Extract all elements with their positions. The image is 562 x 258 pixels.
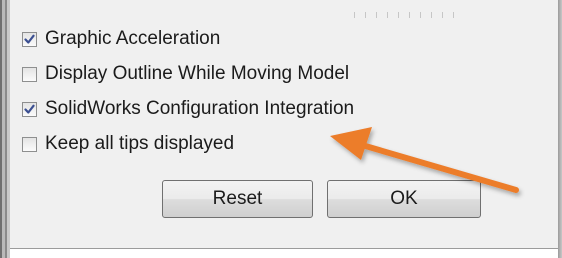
annotation-arrow-icon [330, 127, 519, 193]
arrow-shaft [359, 142, 519, 193]
arrow-head [330, 127, 372, 160]
